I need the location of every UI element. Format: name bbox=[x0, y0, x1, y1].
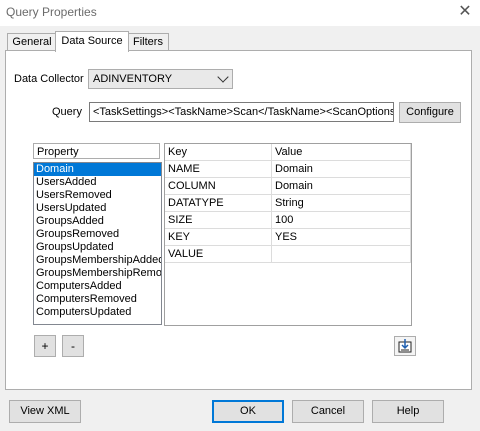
view-xml-button[interactable]: View XML bbox=[9, 400, 81, 423]
grid-cell-key[interactable]: SIZE bbox=[165, 211, 272, 229]
table-row[interactable]: SIZE 100 bbox=[165, 211, 411, 229]
tab-data-source-label: Data Source bbox=[61, 35, 123, 47]
remove-property-button[interactable]: - bbox=[62, 335, 84, 357]
list-item[interactable]: GroupsMembershipAdded bbox=[34, 254, 161, 267]
grid-cell-key[interactable]: DATATYPE bbox=[165, 194, 272, 212]
window-title: Query Properties bbox=[6, 5, 97, 19]
chevron-down-icon bbox=[217, 71, 229, 83]
list-item[interactable]: UsersAdded bbox=[34, 176, 161, 189]
grid-header-key: Key bbox=[165, 144, 272, 161]
list-item[interactable]: GroupsMembershipRemov bbox=[34, 267, 161, 280]
property-list-header: Property bbox=[33, 143, 160, 159]
grid-cell-value[interactable]: String bbox=[271, 194, 411, 212]
property-list[interactable]: Domain UsersAdded UsersRemoved UsersUpda… bbox=[33, 162, 162, 325]
grid-cell-key[interactable]: VALUE bbox=[165, 245, 272, 263]
grid-cell-key[interactable]: NAME bbox=[165, 160, 272, 178]
list-item[interactable]: UsersRemoved bbox=[34, 189, 161, 202]
query-input[interactable]: <TaskSettings><TaskName>Scan</TaskName><… bbox=[89, 102, 394, 122]
grid-cell-value[interactable]: Domain bbox=[271, 177, 411, 195]
grid-cell-value[interactable] bbox=[271, 245, 411, 263]
data-collector-value: ADINVENTORY bbox=[93, 73, 173, 85]
add-property-button[interactable]: + bbox=[34, 335, 56, 357]
close-icon[interactable]: ✕ bbox=[455, 2, 475, 22]
list-item[interactable]: GroupsRemoved bbox=[34, 228, 161, 241]
key-value-grid[interactable]: Key Value NAME Domain COLUMN Domain DATA… bbox=[164, 143, 412, 326]
grid-header-value: Value bbox=[271, 144, 411, 161]
table-row[interactable]: KEY YES bbox=[165, 228, 411, 246]
configure-button[interactable]: Configure bbox=[399, 102, 461, 123]
table-row[interactable]: VALUE bbox=[165, 245, 411, 263]
divider bbox=[0, 393, 480, 394]
tab-filters[interactable]: Filters bbox=[127, 33, 169, 51]
help-button[interactable]: Help bbox=[372, 400, 444, 423]
list-item[interactable]: GroupsUpdated bbox=[34, 241, 161, 254]
query-label: Query bbox=[52, 106, 82, 118]
data-collector-label: Data Collector bbox=[14, 73, 84, 85]
data-collector-select[interactable]: ADINVENTORY bbox=[88, 69, 233, 89]
list-item[interactable]: ComputersAdded bbox=[34, 280, 161, 293]
tab-general-label: General bbox=[12, 36, 52, 48]
tab-data-source[interactable]: Data Source bbox=[55, 31, 129, 52]
tab-general[interactable]: General bbox=[7, 33, 57, 51]
list-item[interactable]: Domain bbox=[34, 163, 161, 176]
grid-cell-value[interactable]: 100 bbox=[271, 211, 411, 229]
grid-cell-key[interactable]: COLUMN bbox=[165, 177, 272, 195]
cancel-button[interactable]: Cancel bbox=[292, 400, 364, 423]
list-item[interactable]: ComputersUpdated bbox=[34, 306, 161, 319]
tab-filters-label: Filters bbox=[133, 36, 163, 48]
import-button[interactable] bbox=[394, 336, 416, 356]
table-row[interactable]: DATATYPE String bbox=[165, 194, 411, 212]
ok-button[interactable]: OK bbox=[212, 400, 284, 423]
list-item[interactable]: GroupsAdded bbox=[34, 215, 161, 228]
grid-cell-value[interactable]: YES bbox=[271, 228, 411, 246]
list-item[interactable]: ComputersRemoved bbox=[34, 293, 161, 306]
grid-cell-value[interactable]: Domain bbox=[271, 160, 411, 178]
table-row[interactable]: NAME Domain bbox=[165, 160, 411, 178]
import-icon bbox=[398, 339, 412, 353]
table-row[interactable]: COLUMN Domain bbox=[165, 177, 411, 195]
list-item[interactable]: UsersUpdated bbox=[34, 202, 161, 215]
grid-cell-key[interactable]: KEY bbox=[165, 228, 272, 246]
